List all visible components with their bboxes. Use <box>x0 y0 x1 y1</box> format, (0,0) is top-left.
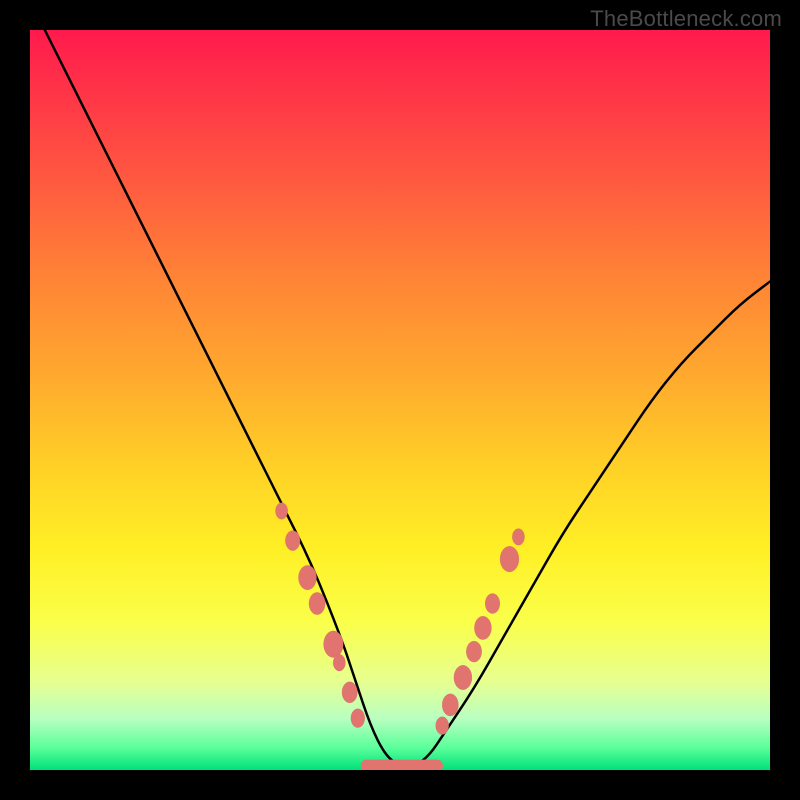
markers-left-branch <box>276 503 365 728</box>
marker-right-3 <box>466 641 481 662</box>
marker-left-4 <box>324 631 344 658</box>
chart-frame: TheBottleneck.com <box>0 0 800 800</box>
marker-right-5 <box>485 594 500 614</box>
markers-right-branch <box>436 529 525 735</box>
marker-left-0 <box>276 503 288 520</box>
marker-right-0 <box>436 717 449 735</box>
marker-right-7 <box>512 529 524 546</box>
bottleneck-curve <box>45 30 770 766</box>
marker-left-3 <box>309 592 325 614</box>
marker-right-6 <box>500 546 519 572</box>
curve-layer <box>30 30 770 770</box>
attribution-watermark: TheBottleneck.com <box>590 6 782 32</box>
marker-right-2 <box>454 665 472 689</box>
marker-right-1 <box>442 694 458 716</box>
marker-left-6 <box>342 682 357 703</box>
plot-area <box>30 30 770 770</box>
marker-right-4 <box>474 616 491 639</box>
marker-left-5 <box>333 654 345 671</box>
marker-left-2 <box>299 565 317 589</box>
marker-left-1 <box>285 531 300 551</box>
marker-left-7 <box>351 709 365 728</box>
